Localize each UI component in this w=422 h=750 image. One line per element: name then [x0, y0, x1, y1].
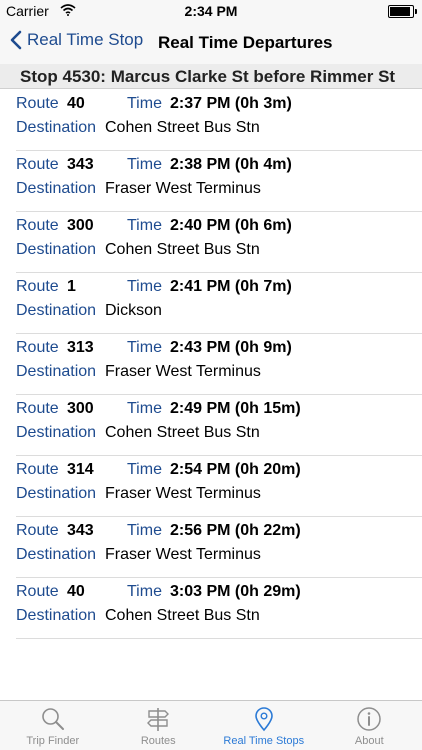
departure-row[interactable]: Route 343 Time 2:56 PM (0h 22m) Destinat… [16, 517, 422, 578]
route-number: 300 [67, 400, 94, 417]
departure-time: 2:49 PM (0h 15m) [170, 400, 301, 417]
page-title: Real Time Departures [158, 33, 333, 52]
departure-list: Route 40 Time 2:37 PM (0h 3m) Destinatio… [0, 90, 422, 639]
route-label: Route [16, 156, 59, 173]
departure-row[interactable]: Route 313 Time 2:43 PM (0h 9m) Destinati… [16, 334, 422, 395]
departure-row[interactable]: Route 1 Time 2:41 PM (0h 7m) Destination… [16, 273, 422, 334]
departure-time: 2:40 PM (0h 6m) [170, 217, 292, 234]
destination-label: Destination [16, 119, 97, 136]
info-icon [357, 707, 381, 731]
destination-label: Destination [16, 180, 97, 197]
destination-label: Destination [16, 424, 97, 441]
departure-row[interactable]: Route 300 Time 2:40 PM (0h 6m) Destinati… [16, 212, 422, 273]
destination-name: Cohen Street Bus Stn [105, 424, 260, 441]
route-label: Route [16, 217, 59, 234]
destination-name: Cohen Street Bus Stn [105, 241, 260, 258]
destination-label: Destination [16, 241, 97, 258]
route-number: 343 [67, 156, 94, 173]
route-label: Route [16, 583, 59, 600]
time-label: Time [127, 583, 162, 600]
route-number: 313 [67, 339, 94, 356]
destination-name: Cohen Street Bus Stn [105, 119, 260, 136]
route-number: 343 [67, 522, 94, 539]
route-number: 314 [67, 461, 94, 478]
navigation-bar: Real Time Stop Real Time Departures [0, 22, 422, 64]
departure-time: 2:37 PM (0h 3m) [170, 95, 292, 112]
tab-trip-finder[interactable]: Trip Finder [0, 701, 106, 750]
route-label: Route [16, 95, 59, 112]
route-label: Route [16, 461, 59, 478]
destination-name: Cohen Street Bus Stn [105, 607, 260, 624]
destination-label: Destination [16, 302, 97, 319]
chevron-left-icon [10, 30, 22, 50]
route-label: Route [16, 522, 59, 539]
destination-label: Destination [16, 546, 97, 563]
time-label: Time [127, 339, 162, 356]
departure-row[interactable]: Route 40 Time 2:37 PM (0h 3m) Destinatio… [16, 90, 422, 151]
tab-label: Trip Finder [26, 735, 80, 747]
signpost-icon [147, 708, 170, 731]
destination-label: Destination [16, 607, 97, 624]
departure-time: 2:56 PM (0h 22m) [170, 522, 301, 539]
back-button[interactable]: Real Time Stop [10, 30, 143, 50]
departure-time: 2:41 PM (0h 7m) [170, 278, 292, 295]
departure-time: 2:43 PM (0h 9m) [170, 339, 292, 356]
time-label: Time [127, 217, 162, 234]
destination-label: Destination [16, 485, 97, 502]
departure-time: 2:38 PM (0h 4m) [170, 156, 292, 173]
route-label: Route [16, 400, 59, 417]
tab-routes[interactable]: Routes [106, 701, 212, 750]
route-number: 40 [67, 95, 85, 112]
time-label: Time [127, 461, 162, 478]
status-bar: Carrier 2:34 PM [0, 0, 422, 22]
back-button-label: Real Time Stop [27, 30, 144, 49]
route-number: 1 [67, 278, 76, 295]
tab-label: Real Time Stops [223, 735, 305, 747]
destination-name: Fraser West Terminus [105, 485, 261, 502]
departure-time: 3:03 PM (0h 29m) [170, 583, 301, 600]
departure-row[interactable]: Route 343 Time 2:38 PM (0h 4m) Destinati… [16, 151, 422, 212]
departure-row[interactable]: Route 314 Time 2:54 PM (0h 20m) Destinat… [16, 456, 422, 517]
departure-time: 2:54 PM (0h 20m) [170, 461, 301, 478]
destination-name: Dickson [105, 302, 162, 319]
tab-label: Routes [140, 735, 176, 747]
time-label: Time [127, 95, 162, 112]
route-number: 40 [67, 583, 85, 600]
tab-about[interactable]: About [317, 701, 422, 750]
destination-name: Fraser West Terminus [105, 546, 261, 563]
destination-name: Fraser West Terminus [105, 180, 261, 197]
route-number: 300 [67, 217, 94, 234]
time-label: Time [127, 156, 162, 173]
route-label: Route [16, 278, 59, 295]
time-label: Time [127, 522, 162, 539]
departure-row[interactable]: Route 40 Time 3:03 PM (0h 29m) Destinati… [16, 578, 422, 639]
tab-bar: Trip Finder Routes Real Time Stops About [0, 700, 422, 750]
route-label: Route [16, 339, 59, 356]
destination-label: Destination [16, 363, 97, 380]
stop-header: Stop 4530: Marcus Clarke St before Rimme… [0, 64, 422, 89]
tab-label: About [354, 735, 384, 747]
departure-row[interactable]: Route 300 Time 2:49 PM (0h 15m) Destinat… [16, 395, 422, 456]
destination-name: Fraser West Terminus [105, 363, 261, 380]
tab-real-time-stops[interactable]: Real Time Stops [211, 701, 317, 750]
location-pin-icon [254, 707, 273, 732]
magnifier-icon [41, 708, 64, 730]
time-label: Time [127, 278, 162, 295]
time-label: Time [127, 400, 162, 417]
status-time: 2:34 PM [184, 3, 238, 19]
battery-icon [388, 5, 417, 18]
